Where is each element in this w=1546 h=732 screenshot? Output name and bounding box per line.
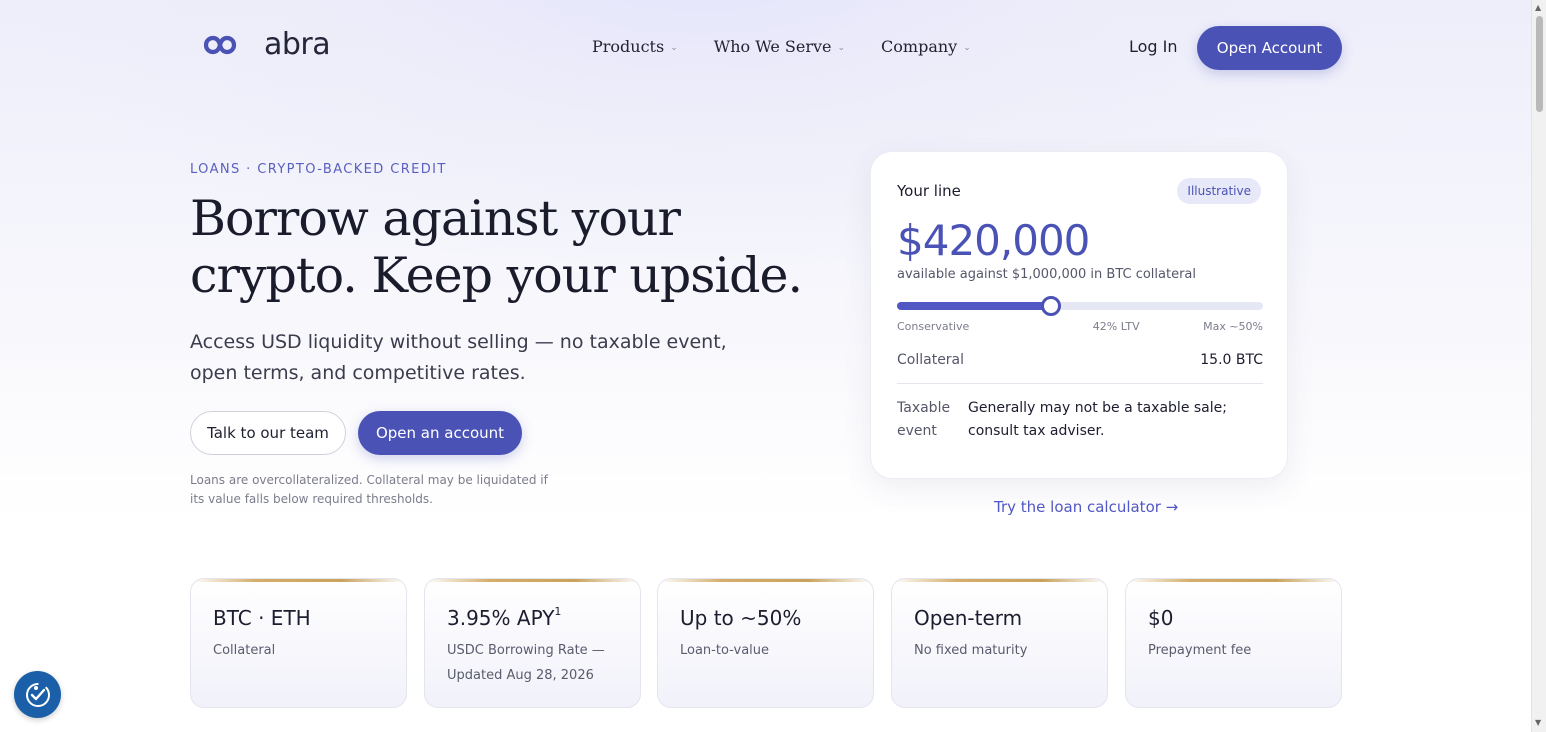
logo-wordmark: abra [264,27,331,62]
collateral-value: 15.0 BTC [1200,352,1263,368]
slider-label-conservative: Conservative [897,320,970,333]
hero-eyebrow: LOANS · CRYPTO-BACKED CREDIT [190,162,447,177]
ltv-slider-thumb[interactable] [1040,296,1061,316]
nav-products[interactable]: Products ⌄ [592,37,678,56]
taxable-event-label: Taxable event [897,400,951,439]
nav-company-label: Company [881,37,958,56]
scroll-up-icon[interactable]: ▲ [1535,3,1541,12]
stat-value: 3.95% APY1 [447,605,561,630]
loan-calculator-link[interactable]: Try the loan calculator → [994,498,1178,516]
collateral-row: Collateral 15.0 BTC [897,352,1263,368]
collateral-label: Collateral [897,352,965,368]
page-scrollbar[interactable]: ▲ ▼ [1531,0,1546,732]
stat-value: Open-term [914,606,1023,630]
abra-logo-icon [204,35,237,55]
chevron-down-icon: ⌄ [837,42,846,53]
line-amount: $420,000 [897,216,1090,265]
open-account-button[interactable]: Open Account [1197,26,1342,70]
stat-value-text: 3.95% APY [447,606,555,630]
main-nav: Products ⌄ Who We Serve ⌄ Company ⌄ [592,37,971,56]
open-an-account-button[interactable]: Open an account [358,411,522,455]
loan-line-card: Your line Illustrative $420,000 availabl… [870,151,1288,479]
nav-who-we-serve-label: Who We Serve [713,37,832,56]
stat-label: Loan-to-value [680,643,770,658]
stat-value: Up to ~50% [680,606,802,630]
illustrative-badge: Illustrative [1177,178,1261,204]
scroll-down-icon[interactable]: ▼ [1535,718,1541,727]
stat-card-prepayment: $0 Prepayment fee [1125,578,1342,708]
chevron-down-icon: ⌄ [963,42,971,53]
ltv-slider-fill [897,302,1051,310]
stat-card-collateral: BTC · ETH Collateral [190,578,407,708]
card-title: Your line [897,182,961,200]
nav-products-label: Products [592,37,665,56]
stat-label: Collateral [213,643,276,658]
stat-label: Prepayment fee [1148,643,1252,658]
abra-logo[interactable]: abra [204,27,331,62]
talk-to-team-button[interactable]: Talk to our team [190,411,346,455]
ltv-slider-labels: Conservative 42% LTV Max ~50% [897,320,1263,333]
nav-company[interactable]: Company ⌄ [881,37,971,56]
slider-label-max: Max ~50% [1203,320,1263,333]
slider-label-current-ltv: 42% LTV [1092,320,1140,333]
ltv-slider[interactable] [897,296,1263,316]
stat-card-open-term: Open-term No fixed maturity [891,578,1108,708]
card-divider [897,383,1263,384]
scroll-thumb[interactable] [1536,16,1543,112]
footnote-marker[interactable]: 1 [554,605,561,618]
nav-who-we-serve[interactable]: Who We Serve ⌄ [714,37,845,56]
accessibility-button[interactable] [14,671,61,718]
stat-card-borrowing-rate: 3.95% APY1 USDC Borrowing Rate — Updated… [424,578,641,708]
stat-card-ltv: Up to ~50% Loan-to-value [657,578,874,708]
taxable-event-value: Generally may not be a taxable sale; con… [968,400,1227,439]
loan-disclaimer: Loans are overcollateralized. Collateral… [190,473,548,506]
chevron-down-icon: ⌄ [670,42,678,53]
stat-label: USDC Borrowing Rate — Updated Aug 28, 20… [447,643,605,683]
login-link[interactable]: Log In [1129,37,1178,56]
accessibility-icon [25,682,50,707]
hero-title: Borrow against your crypto. Keep your up… [190,190,803,304]
stat-value: $0 [1148,606,1174,630]
hero-subtitle: Access USD liquidity without selling — n… [190,331,727,384]
line-amount-subtext: available against $1,000,000 in BTC coll… [897,267,1197,282]
stat-label: No fixed maturity [914,643,1028,658]
stat-value: BTC · ETH [213,606,311,630]
